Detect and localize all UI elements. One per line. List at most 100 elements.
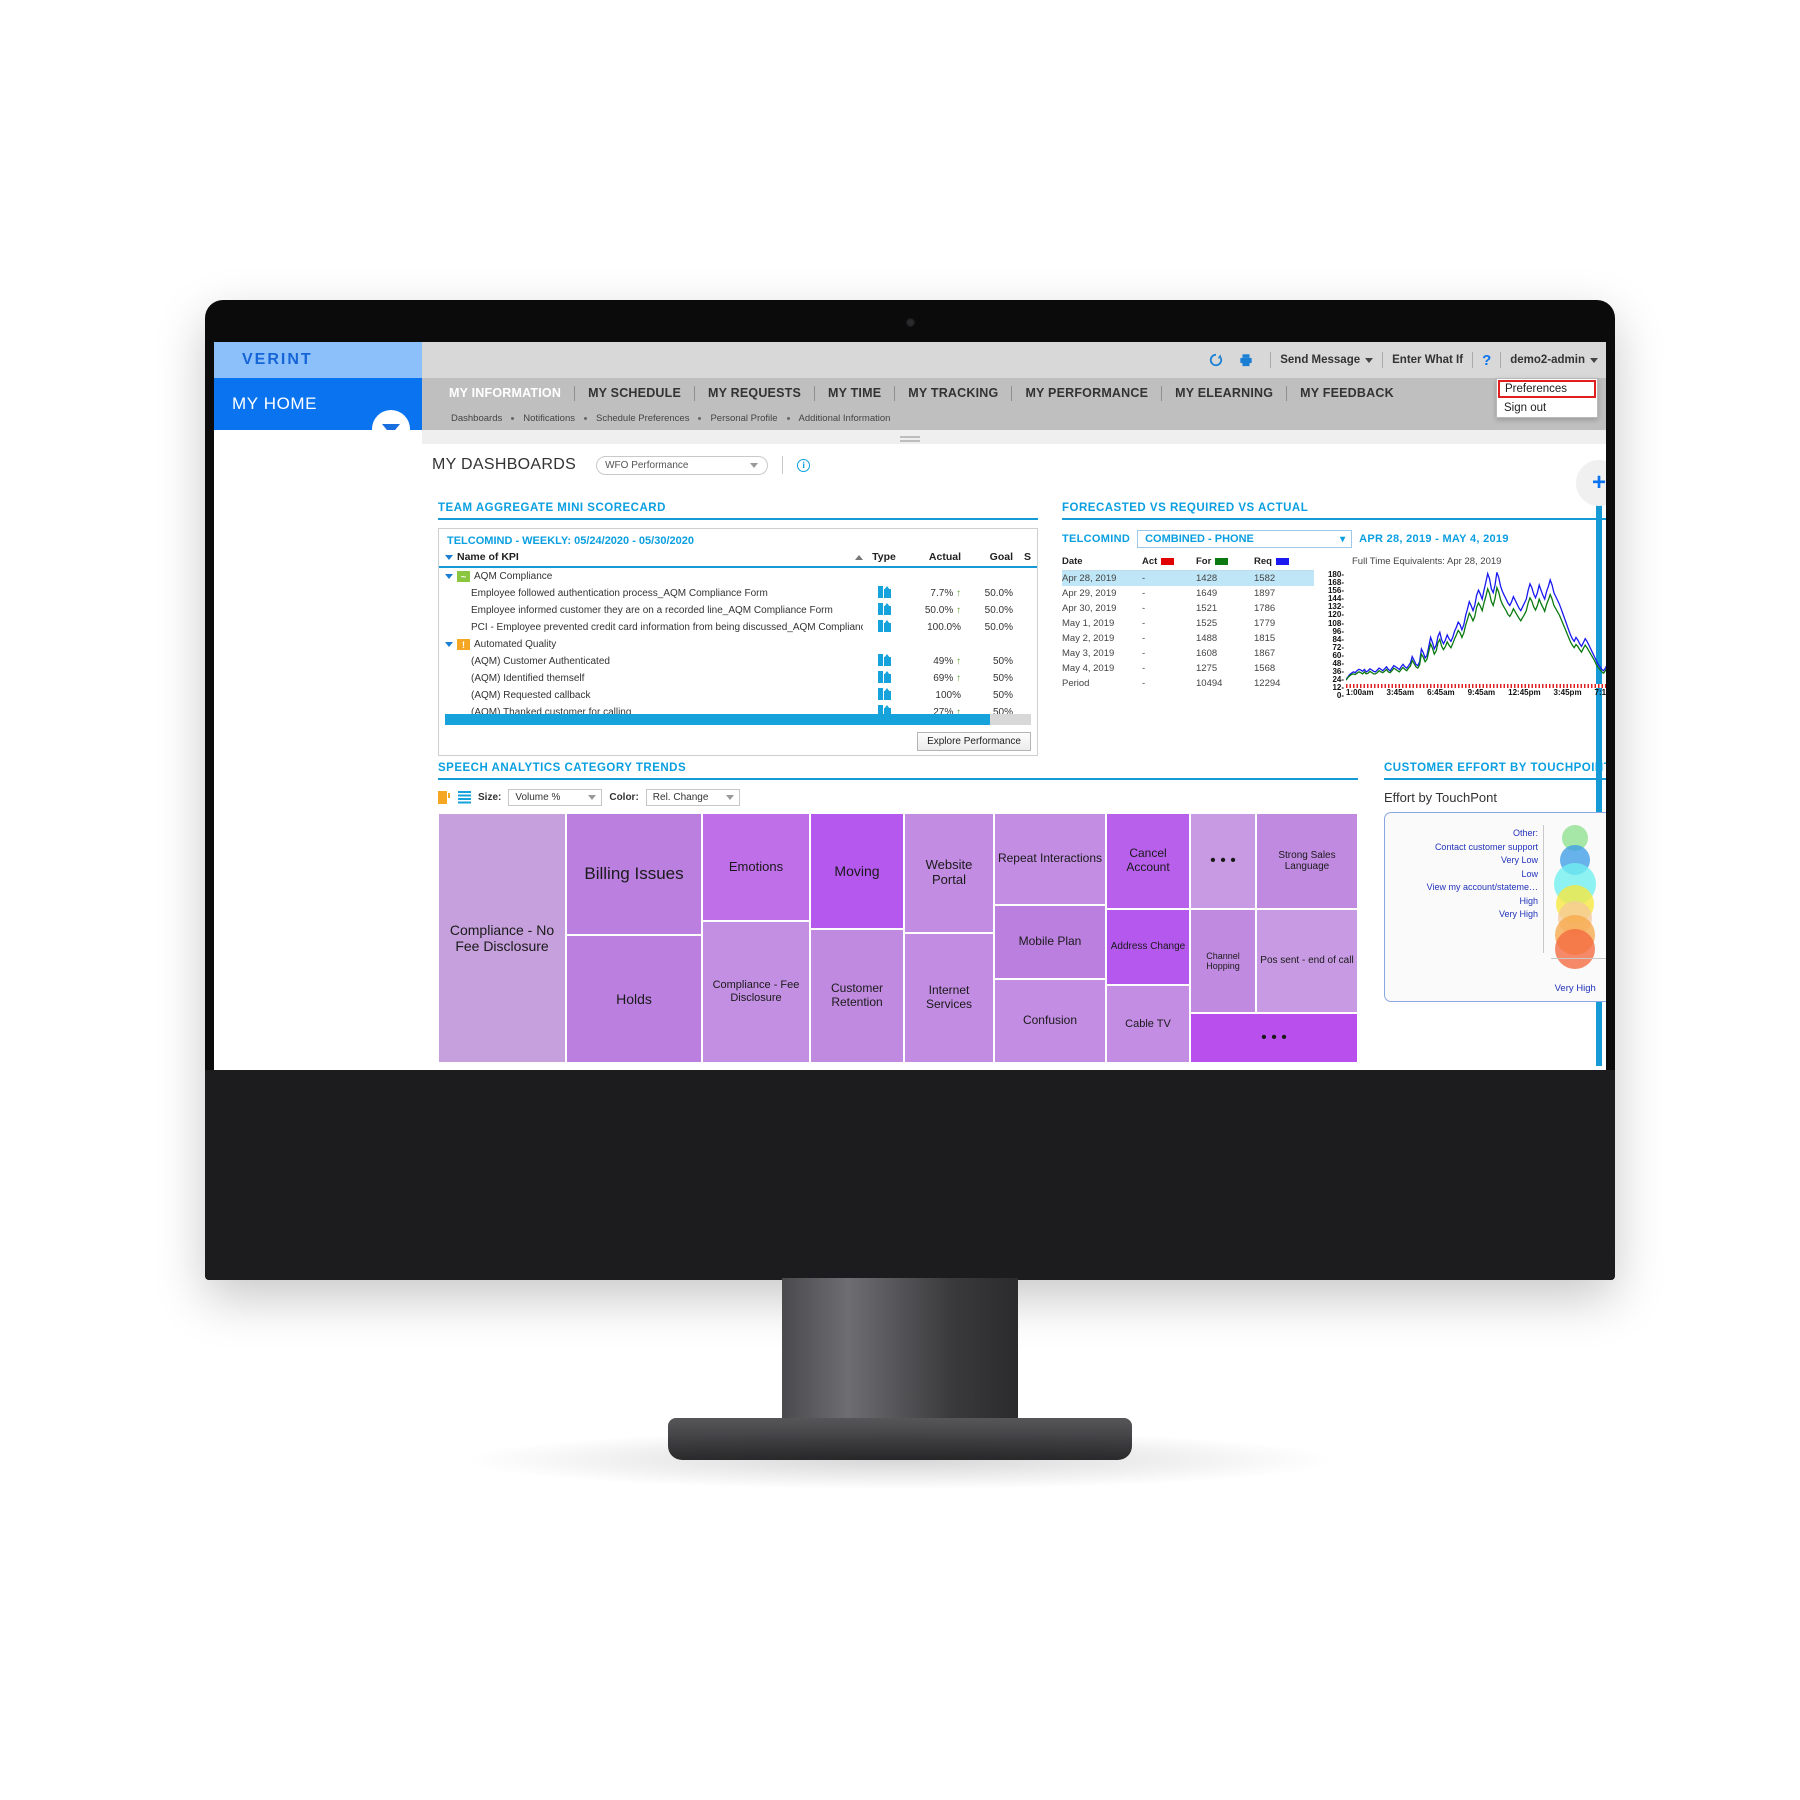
scorecard-kpi-row[interactable]: (AQM) Customer Authenticated 49% ↑ 50% (439, 653, 1037, 670)
subnav-item-additional-information[interactable]: Additional Information (790, 413, 900, 424)
scorecard-kpi-row[interactable]: (AQM) Requested callback 100% 50% (439, 687, 1037, 704)
treemap-tile[interactable]: Moving (810, 813, 904, 929)
speech-analytics-category-trends-panel: SPEECH ANALYTICS CATEGORY TRENDS Size: V… (438, 762, 1358, 1063)
scorecard-kpi-row[interactable]: PCI - Employee prevented credit card inf… (439, 619, 1037, 636)
subnav-item-personal-profile[interactable]: Personal Profile (701, 413, 786, 424)
treemap-tile[interactable]: • • • (1190, 813, 1256, 909)
scorecard-kpi-row[interactable]: Employee informed customer they are on a… (439, 602, 1037, 619)
treemap-tile[interactable]: Confusion (994, 979, 1106, 1063)
forecast-table-row[interactable]: May 1, 2019 - 1525 1779 (1062, 616, 1314, 631)
help-icon[interactable]: ? (1482, 352, 1491, 369)
nav-tab-my-requests[interactable]: MY REQUESTS (695, 386, 814, 400)
user-menu-button[interactable]: demo2-admin (1510, 354, 1598, 366)
info-icon[interactable]: i (797, 458, 811, 472)
col-type[interactable]: Type (863, 551, 905, 563)
scrollbar-thumb[interactable] (445, 714, 990, 725)
treemap-tile-label: Holds (616, 990, 652, 1007)
treemap-tile[interactable]: Repeat Interactions (994, 813, 1106, 905)
color-label: Color: (609, 792, 639, 803)
subnav-item-dashboards[interactable]: Dashboards (442, 413, 511, 424)
cell-act: - (1142, 648, 1146, 659)
chevron-down-icon[interactable] (445, 642, 453, 647)
nav-tab-my-elearning[interactable]: MY ELEARNING (1162, 386, 1286, 400)
treemap-tile[interactable]: Emotions (702, 813, 810, 921)
scorecard-kpi-row[interactable]: Employee followed authentication process… (439, 585, 1037, 602)
nav-tab-my-feedback[interactable]: MY FEEDBACK (1287, 386, 1407, 400)
menu-item-sign-out[interactable]: Sign out (1497, 399, 1597, 417)
print-icon[interactable] (1231, 342, 1261, 378)
scorecard-kpi-row[interactable]: (AQM) Identified themself 69% ↑ 50% (439, 670, 1037, 687)
scorecard-group-row[interactable]: ! Automated Quality (439, 636, 1037, 653)
treemap-tile[interactable]: Cable TV (1106, 985, 1190, 1063)
nav-tab-list: MY INFORMATION MY SCHEDULE MY REQUESTS MY T… (422, 378, 1606, 408)
effort-x-label: High (1601, 983, 1606, 995)
th-act-label: Act (1142, 556, 1158, 567)
nav-tab-my-time[interactable]: MY TIME (815, 386, 894, 400)
cell-req: 1786 (1254, 603, 1276, 614)
nav-tab-my-performance[interactable]: MY PERFORMANCE (1012, 386, 1161, 400)
treemap-tile[interactable]: Customer Retention (810, 929, 904, 1063)
col-s[interactable]: S (1013, 551, 1031, 563)
effort-y-label: Other: (1512, 828, 1538, 838)
panel-splitter[interactable] (422, 430, 1606, 444)
panel-rule (1384, 778, 1606, 780)
treemap-tile[interactable]: Channel Hopping (1190, 909, 1256, 1013)
cell-goal: 50% (992, 690, 1013, 701)
nav-tab-my-schedule[interactable]: MY SCHEDULE (575, 386, 694, 400)
subnav-item-schedule-preferences[interactable]: Schedule Preferences (587, 413, 698, 424)
treemap-tile[interactable]: Billing Issues (566, 813, 702, 935)
monitor-shadow (460, 1430, 1340, 1490)
effort-column (1601, 823, 1606, 953)
send-message-menu[interactable]: Send Message (1280, 354, 1374, 366)
forecast-table-row[interactable]: Apr 29, 2019 - 1649 1897 (1062, 586, 1314, 601)
treemap-tile[interactable]: Website Portal (904, 813, 994, 933)
treemap-tile[interactable]: Strong Sales Language (1256, 813, 1358, 909)
sub-nav-list: Dashboards Notifications Schedule Preferen… (422, 408, 1606, 428)
forecast-table-row[interactable]: May 2, 2019 - 1488 1815 (1062, 631, 1314, 646)
treemap-tile[interactable]: • • • (1190, 1013, 1358, 1063)
series-req (1345, 571, 1606, 680)
explore-performance-button[interactable]: Explore Performance (917, 732, 1031, 751)
col-actual[interactable]: Actual (905, 551, 961, 563)
menu-item-preferences[interactable]: Preferences (1498, 380, 1596, 398)
forecast-table-row[interactable]: Apr 30, 2019 - 1521 1786 (1062, 601, 1314, 616)
treemap-tile[interactable]: Compliance - No Fee Disclosure (438, 813, 566, 1063)
dashboard-select[interactable]: WFO Performance (596, 455, 769, 475)
scorecard-panel-title: TEAM AGGREGATE MINI SCORECARD (438, 502, 666, 514)
treemap-tile[interactable]: Mobile Plan (994, 905, 1106, 979)
forecast-table-row[interactable]: May 4, 2019 - 1275 1568 (1062, 661, 1314, 676)
size-select[interactable]: Volume % (508, 789, 603, 806)
forecast-table-row[interactable]: Period - 10494 12294 (1062, 676, 1314, 691)
content-bottom-edge (422, 1066, 1606, 1070)
chevron-down-icon[interactable] (445, 574, 453, 579)
color-select[interactable]: Rel. Change (645, 789, 740, 806)
cell-act: - (1142, 663, 1146, 674)
col-goal[interactable]: Goal (961, 551, 1013, 563)
th-for-label: For (1196, 556, 1212, 567)
tiles-view-icon[interactable] (438, 791, 451, 804)
forecast-table-row[interactable]: Apr 28, 2019 - 1428 1582 (1062, 571, 1314, 586)
nav-tab-my-tracking[interactable]: MY TRACKING (895, 386, 1011, 400)
treemap-tile[interactable]: Cancel Account (1106, 813, 1190, 909)
legend-swatch-req (1275, 557, 1289, 565)
kpi-chart-icon (877, 671, 891, 683)
enter-what-if-link[interactable]: Enter What If (1392, 354, 1463, 366)
treemap-tile[interactable]: Pos sent - end of call (1256, 909, 1358, 1013)
treemap-tile[interactable]: Holds (566, 935, 702, 1063)
treemap-tile[interactable]: Internet Services (904, 933, 994, 1063)
treemap-tile[interactable]: Address Change (1106, 909, 1190, 985)
scorecard-group-row[interactable]: ~ AQM Compliance (439, 568, 1037, 585)
scorecard-box: TELCOMIND - WEEKLY: 05/24/2020 - 05/30/2… (438, 528, 1038, 756)
cell-actual: 100.0% (905, 622, 961, 633)
col-name-of-kpi[interactable]: Name of KPI (445, 551, 855, 563)
nav-tab-my-information[interactable]: MY INFORMATION (436, 386, 574, 400)
treemap-tile[interactable]: Compliance - Fee Disclosure (702, 921, 810, 1063)
forecast-table-row[interactable]: May 3, 2019 - 1608 1867 (1062, 646, 1314, 661)
subnav-item-notifications[interactable]: Notifications (514, 413, 584, 424)
list-view-icon[interactable] (458, 791, 471, 804)
cell-req: 1779 (1254, 618, 1276, 629)
queue-select[interactable]: COMBINED - PHONE ▾ (1137, 530, 1353, 548)
effort-bubble[interactable] (1555, 929, 1596, 969)
horizontal-scrollbar[interactable] (445, 714, 1031, 725)
refresh-icon[interactable] (1201, 342, 1231, 378)
